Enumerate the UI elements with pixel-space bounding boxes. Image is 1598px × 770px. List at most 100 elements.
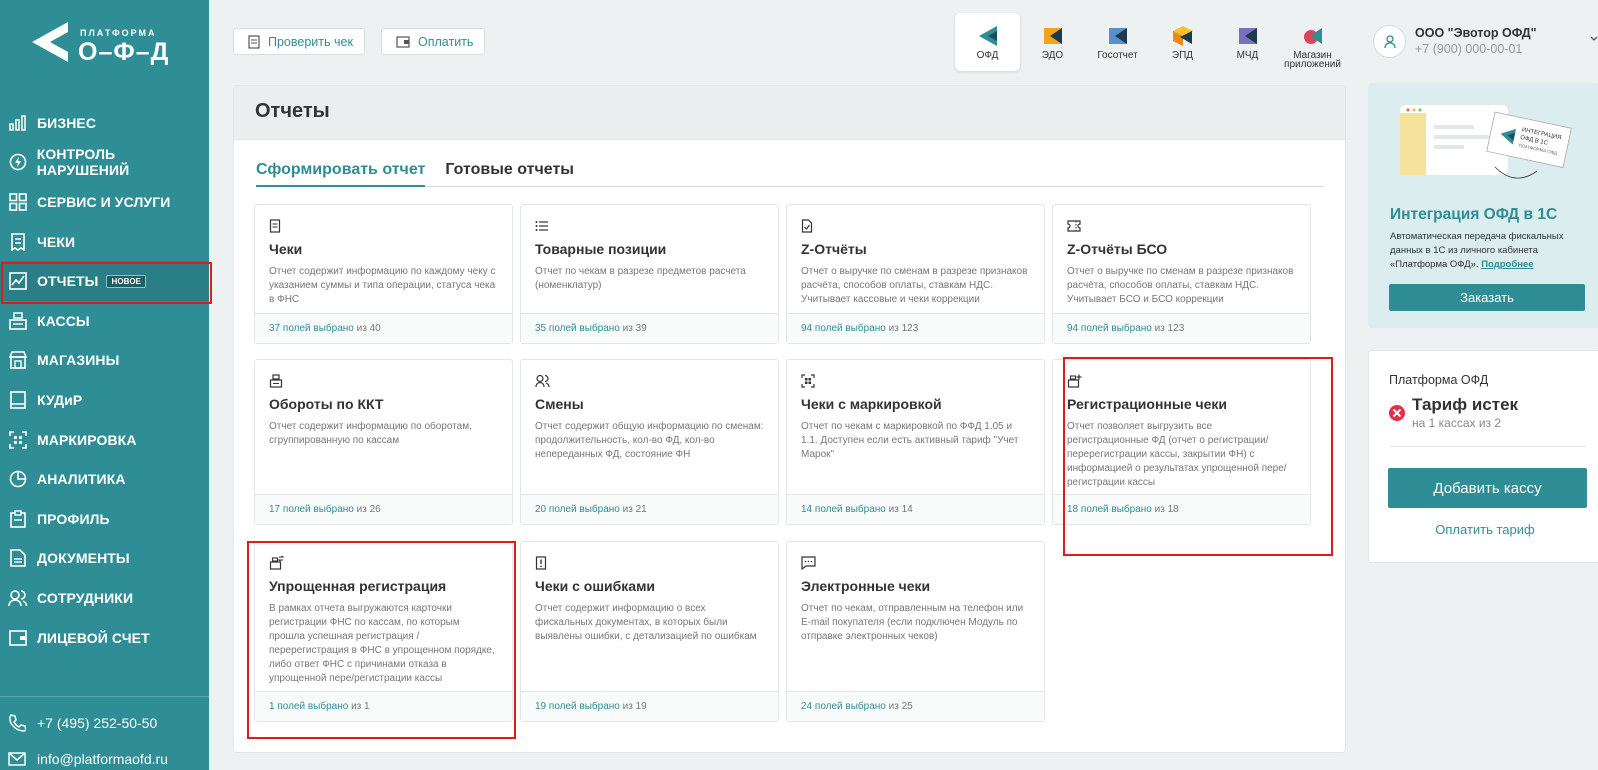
cash-register-icon xyxy=(269,374,498,392)
report-card-z-reports-bso[interactable]: Z-Отчёты БСО Отчет о выручке по сменам в… xyxy=(1052,204,1311,344)
sidebar-item-label: СОТРУДНИКИ xyxy=(37,589,134,606)
fields-selected: 19 полей выбрано xyxy=(535,701,620,712)
cash-register-icon xyxy=(8,311,28,331)
fields-total: из 123 xyxy=(1154,323,1185,334)
users-icon xyxy=(8,588,28,608)
sidebar-item-receipts[interactable]: ЧЕКИ xyxy=(0,222,209,262)
logo-arrow-icon xyxy=(32,22,68,62)
report-card-kkt-turnover[interactable]: Обороты по ККТ Отчет содержит информацию… xyxy=(254,359,513,525)
card-description: Отчет содержит общую информацию по смена… xyxy=(535,421,764,460)
card-fields-count: 37 полей выбрано из 40 xyxy=(255,313,512,343)
fields-selected: 14 полей выбрано xyxy=(801,504,886,515)
sidebar-email[interactable]: info@platformaofd.ru xyxy=(8,751,168,767)
sidebar-item-kudir[interactable]: КУДиР xyxy=(0,380,209,420)
card-fields-count: 35 полей выбрано из 39 xyxy=(521,313,778,343)
book-icon xyxy=(8,390,28,410)
sidebar-item-label: ЛИЦЕВОЙ СЧЕТ xyxy=(37,629,150,646)
tariff-name: Платформа ОФД xyxy=(1389,373,1489,387)
app-label: Госотчет xyxy=(1097,50,1138,61)
app-gosotchet[interactable]: Госотчет xyxy=(1085,13,1150,71)
pay-tariff-link[interactable]: Оплатить тариф xyxy=(1369,522,1598,537)
store-icon xyxy=(8,350,28,370)
sidebar-item-profile[interactable]: ПРОФИЛЬ xyxy=(0,499,209,539)
promo-1c-integration: ИНТЕГРАЦИЯ ОФД В 1С ПЛАТФОРМА ОФД Интегр… xyxy=(1368,83,1598,328)
card-title: Регистрационные чеки xyxy=(1067,396,1228,412)
fields-total: из 26 xyxy=(356,504,381,515)
sidebar-item-business[interactable]: БИЗНЕС xyxy=(0,103,209,143)
check-receipt-button[interactable]: Проверить чек xyxy=(233,28,365,55)
sidebar-item-stores[interactable]: МАГАЗИНЫ xyxy=(0,341,209,381)
app-store[interactable]: Магазин приложений xyxy=(1280,13,1345,71)
sidebar-item-services[interactable]: СЕРВИС И УСЛУГИ xyxy=(0,182,209,222)
app-edo[interactable]: ЭДО xyxy=(1020,13,1085,71)
receipt-icon xyxy=(248,34,260,49)
receipt-icon xyxy=(8,232,28,252)
sidebar-item-employees[interactable]: СОТРУДНИКИ xyxy=(0,578,209,618)
sidebar-item-account[interactable]: ЛИЦЕВОЙ СЧЕТ xyxy=(0,618,209,658)
tab-generate-report[interactable]: Сформировать отчет xyxy=(256,161,426,187)
mchd-app-icon xyxy=(1238,28,1257,44)
report-card-marked-receipts[interactable]: Чеки с маркировкой Отчет по чекам с марк… xyxy=(786,359,1045,525)
chevron-down-icon[interactable] xyxy=(1590,36,1598,42)
pie-chart-icon xyxy=(8,469,28,489)
card-description: Отчет о выручке по сменам в разрезе приз… xyxy=(801,266,1028,305)
sidebar-item-violations[interactable]: КОНТРОЛЬ НАРУШЕНИЙ xyxy=(0,143,209,183)
card-description: Отчет позволяет выгрузить все регистраци… xyxy=(1067,421,1287,488)
phone-icon xyxy=(8,714,28,732)
pay-button[interactable]: Оплатить xyxy=(381,28,486,55)
tariff-status: Тариф истек xyxy=(1412,395,1519,414)
sidebar-phone[interactable]: +7 (495) 252-50-50 xyxy=(8,714,157,732)
card-description: Отчет содержит информацию по каждому чек… xyxy=(269,266,496,305)
phone-text: +7 (495) 252-50-50 xyxy=(37,715,158,731)
sidebar-item-reports[interactable]: ОТЧЕТЫ НОВОЕ xyxy=(0,261,212,304)
card-description: В рамках отчета выгружаются карточки рег… xyxy=(269,603,495,684)
app-ofd[interactable]: ОФД xyxy=(955,13,1020,71)
wallet-icon xyxy=(396,35,410,48)
card-title: Товарные позиции xyxy=(535,241,667,257)
card-title: Обороты по ККТ xyxy=(269,396,384,412)
add-cashbox-button[interactable]: Добавить кассу xyxy=(1388,468,1587,508)
sidebar-item-label: БИЗНЕС xyxy=(37,114,97,131)
fields-selected: 20 полей выбрано xyxy=(535,504,620,515)
app-label: Магазин приложений xyxy=(1284,50,1341,70)
fields-selected: 94 полей выбрано xyxy=(801,323,886,334)
sidebar-item-marking[interactable]: МАРКИРОВКА xyxy=(0,420,209,460)
tab-ready-reports[interactable]: Готовые отчеты xyxy=(445,161,574,186)
report-card-simplified-registration[interactable]: Упрощенная регистрация В рамках отчета в… xyxy=(254,541,513,722)
mail-icon xyxy=(8,752,28,766)
report-card-shifts[interactable]: Смены Отчет содержит общую информацию по… xyxy=(520,359,779,525)
user-menu[interactable]: ООО "Эвотор ОФД" +7 (900) 000-00-01 xyxy=(1373,25,1537,58)
app-epd[interactable]: ЭПД xyxy=(1150,13,1215,71)
card-description: Отчет по чекам в разрезе предметов расче… xyxy=(535,266,746,291)
report-card-z-reports[interactable]: Z-Отчёты Отчет о выручке по сменам в раз… xyxy=(786,204,1045,344)
logo[interactable]: ПЛАТФОРМА О–Ф–Д xyxy=(32,18,172,66)
card-description: Отчет по чекам, отправленным на телефон … xyxy=(801,603,1024,642)
order-button[interactable]: Заказать xyxy=(1389,284,1585,311)
card-title: Z-Отчёты БСО xyxy=(1067,241,1168,257)
card-fields-count: 94 полей выбрано из 123 xyxy=(787,313,1044,343)
datamatrix-icon xyxy=(8,430,28,450)
lightning-circle-icon xyxy=(8,152,28,172)
sidebar-item-analytics[interactable]: АНАЛИТИКА xyxy=(0,459,209,499)
sidebar-item-label: СЕРВИС И УСЛУГИ xyxy=(37,193,171,210)
report-card-electronic-receipts[interactable]: Электронные чеки Отчет по чекам, отправл… xyxy=(786,541,1045,722)
app-label: ЭДО xyxy=(1041,50,1064,61)
edo-app-icon xyxy=(1043,28,1062,44)
sidebar-item-cashboxes[interactable]: КАССЫ xyxy=(0,301,209,341)
promo-title: Интеграция ОФД в 1С xyxy=(1390,206,1558,223)
card-fields-count: 17 полей выбрано из 26 xyxy=(255,494,512,524)
report-card-error-receipts[interactable]: Чеки с ошибками Отчет содержит информаци… xyxy=(520,541,779,722)
fields-total: из 14 xyxy=(888,504,913,515)
fields-selected: 94 полей выбрано xyxy=(1067,323,1152,334)
fields-total: из 25 xyxy=(888,701,913,712)
sidebar-item-documents[interactable]: ДОКУМЕНТЫ xyxy=(0,539,209,579)
app-mchd[interactable]: МЧД xyxy=(1215,13,1280,71)
promo-more-link[interactable]: Подробнее xyxy=(1481,259,1533,270)
report-card-registration-receipts[interactable]: Регистрационные чеки Отчет позволяет выг… xyxy=(1052,359,1311,525)
fields-selected: 1 полей выбрано xyxy=(269,701,349,712)
clipboard-icon xyxy=(8,509,28,529)
sidebar-item-label: МАГАЗИНЫ xyxy=(37,352,120,369)
report-card-receipts[interactable]: Чеки Отчет содержит информацию по каждом… xyxy=(254,204,513,344)
fields-total: из 123 xyxy=(888,323,919,334)
report-card-items[interactable]: Товарные позиции Отчет по чекам в разрез… xyxy=(520,204,779,344)
